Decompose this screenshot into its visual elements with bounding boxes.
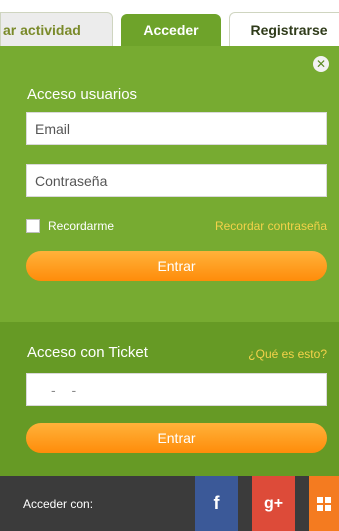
tab-acceder[interactable]: Acceder <box>121 14 221 46</box>
remember-label: Recordarme <box>48 219 115 233</box>
facebook-icon: f <box>213 493 220 513</box>
ticket-field[interactable]: - - <box>26 373 327 406</box>
remember-checkbox[interactable] <box>26 219 40 233</box>
microsoft-button[interactable] <box>309 476 339 531</box>
ticket-section: Acceso con Ticket ¿Qué es esto? - - Entr… <box>0 322 339 476</box>
social-login-bar: Acceder con: f g+ <box>0 476 339 531</box>
user-login-title: Acceso usuarios <box>27 86 138 103</box>
what-is-this-link[interactable]: ¿Qué es esto? <box>248 347 327 361</box>
email-field[interactable]: Email <box>26 112 327 145</box>
user-login-section: ✕ Acceso usuarios Email Contraseña Recor… <box>0 46 339 322</box>
login-submit-button[interactable]: Entrar <box>26 251 327 281</box>
tab-registrarse[interactable]: Registrarse <box>229 12 339 46</box>
ticket-title: Acceso con Ticket <box>27 344 148 361</box>
googleplus-icon: g+ <box>263 494 284 512</box>
close-icon[interactable]: ✕ <box>313 56 329 72</box>
googleplus-button[interactable]: g+ <box>252 476 295 531</box>
ticket-submit-button[interactable]: Entrar <box>26 423 327 453</box>
tab-actividad[interactable]: ar actividad <box>0 12 113 46</box>
social-login-label: Acceder con: <box>23 496 94 511</box>
forgot-password-link[interactable]: Recordar contraseña <box>215 219 327 233</box>
remember-me[interactable]: Recordarme <box>26 219 114 233</box>
windows-icon <box>317 496 331 511</box>
tab-bar: ar actividad Acceder Registrarse <box>0 0 339 46</box>
password-field[interactable]: Contraseña <box>26 164 327 197</box>
login-panel: ✕ Acceso usuarios Email Contraseña Recor… <box>0 46 339 476</box>
facebook-button[interactable]: f <box>195 476 238 531</box>
